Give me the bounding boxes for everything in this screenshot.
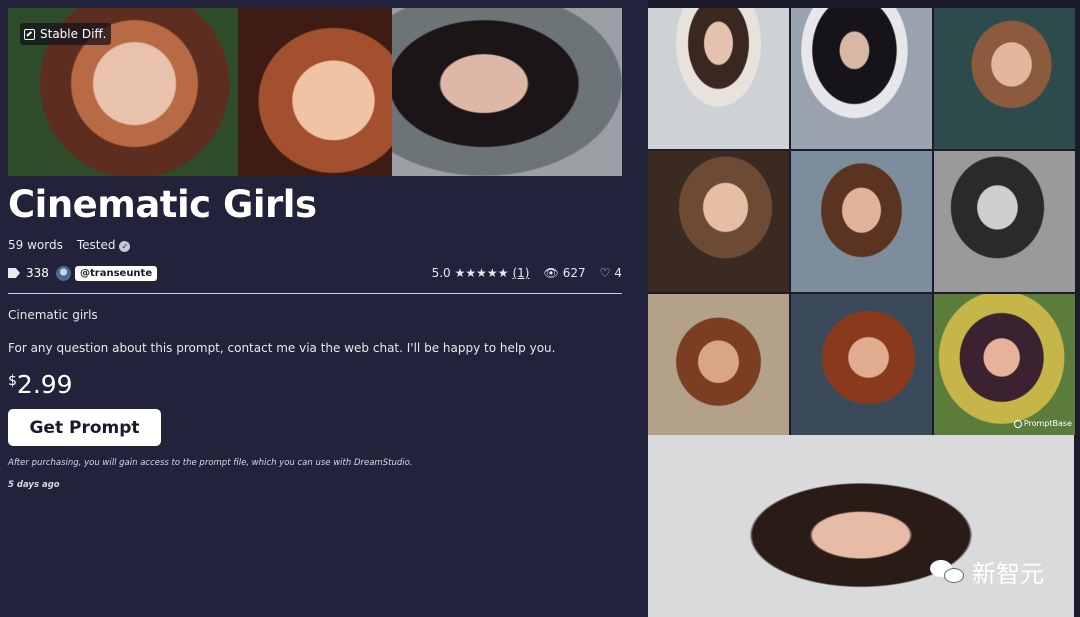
gallery-large-image[interactable] (648, 435, 1074, 617)
author[interactable]: @transeunte (56, 266, 158, 281)
view-count: 👁 627 (543, 266, 586, 280)
gallery-image[interactable] (934, 8, 1075, 149)
hero-image-strip[interactable]: Stable Diff. (8, 8, 622, 176)
author-handle[interactable]: @transeunte (75, 266, 158, 281)
price: $2.99 (8, 370, 73, 399)
rating-value: 5.0 (431, 266, 451, 280)
tested-status: Tested ✓ (77, 238, 131, 252)
rating: 5.0 ★★★★★ (1) (432, 266, 530, 280)
page-title: Cinematic Girls (8, 183, 317, 226)
verified-icon: ✓ (119, 241, 131, 252)
hero-image-3[interactable] (392, 8, 622, 176)
model-badge: Stable Diff. (20, 23, 112, 45)
reviews-link[interactable]: (1) (512, 266, 529, 280)
watermark: PromptBase (1013, 419, 1072, 428)
price-currency: $ (8, 373, 17, 389)
wechat-label: 新智元 (972, 560, 1044, 588)
example-gallery: PromptBase (648, 0, 1080, 617)
divider (8, 293, 622, 294)
posted-time: 5 days ago (8, 480, 60, 490)
hero-image-2[interactable] (238, 8, 392, 176)
description-body: For any question about this prompt, cont… (8, 341, 556, 355)
star-icons: ★★★★★ (454, 266, 509, 280)
description-title: Cinematic girls (8, 308, 98, 322)
gallery-image[interactable]: PromptBase (934, 294, 1075, 435)
gallery-image[interactable] (648, 294, 789, 435)
get-prompt-button[interactable]: Get Prompt (8, 409, 161, 446)
gallery-image[interactable] (934, 151, 1075, 292)
model-badge-label: Stable Diff. (40, 27, 107, 41)
like-count[interactable]: ♡ 4 (600, 266, 622, 280)
eye-icon: 👁 (543, 266, 559, 280)
heart-icon[interactable]: ♡ (600, 266, 611, 280)
gallery-image[interactable] (791, 151, 932, 292)
tag-count-value: 338 (26, 266, 49, 280)
stats-row: 338 @transeunte 5.0 ★★★★★ (1) 👁 627 ♡ 4 (8, 266, 622, 284)
engagement-stats: 5.0 ★★★★★ (1) 👁 627 ♡ 4 (432, 266, 622, 280)
gallery-image[interactable] (648, 8, 789, 149)
gallery-image[interactable] (791, 8, 932, 149)
tag-count: 338 (8, 266, 49, 280)
image-icon (24, 28, 35, 40)
wechat-icon (930, 558, 966, 586)
word-count: 59 words (8, 238, 63, 252)
purchase-note: After purchasing, you will gain access t… (8, 458, 413, 468)
tag-icon (8, 268, 20, 278)
gallery-image[interactable] (648, 151, 789, 292)
wechat-watermark: 新智元 (930, 554, 1044, 589)
price-amount: 2.99 (16, 370, 73, 399)
prompt-details-panel: Stable Diff. Cinematic Girls 59 words Te… (0, 0, 630, 617)
promptbase-logo-icon (1013, 419, 1022, 428)
avatar[interactable] (56, 266, 71, 281)
watermark-label: PromptBase (1023, 419, 1072, 428)
gallery-grid: PromptBase (648, 8, 1075, 435)
prompt-meta: 59 words Tested ✓ (8, 238, 131, 252)
gallery-image[interactable] (791, 294, 932, 435)
